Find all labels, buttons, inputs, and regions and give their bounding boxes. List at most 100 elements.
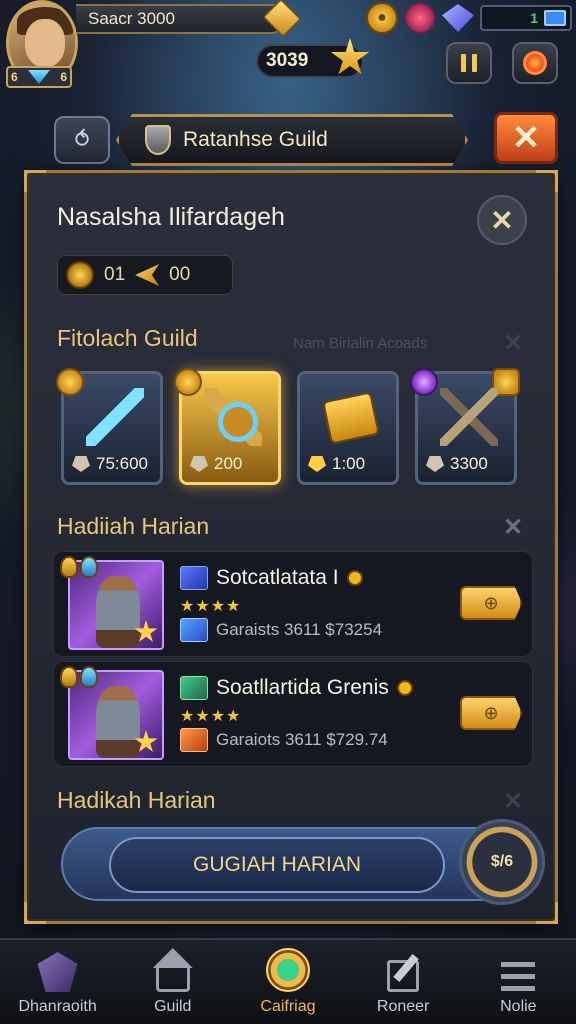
nav-item-crafting[interactable]: Caifriag xyxy=(233,948,343,1016)
pause-icon-bar xyxy=(472,54,477,72)
quest-row[interactable]: Soatllartida Grenis ★★★★ Garaiots 3611 $… xyxy=(53,661,533,767)
nav-item-dhanraoith[interactable]: Dhanraoith xyxy=(3,952,113,1016)
rating-stars: ★★★★ xyxy=(180,598,242,615)
panel-close-button[interactable]: ✕ xyxy=(477,195,527,245)
banner-close-button[interactable]: ✕ xyxy=(494,112,558,164)
player-name: Saacr 3000 xyxy=(88,9,175,28)
item-tag-icon xyxy=(410,368,438,396)
guild-banner-title: Ratanhse Guild xyxy=(183,128,328,151)
shop-item-selected[interactable]: 200 xyxy=(174,368,281,485)
shop-item[interactable]: 1:00 xyxy=(297,371,399,485)
panel-corner-ornament xyxy=(24,170,46,192)
shop-item[interactable]: 75:600 xyxy=(56,368,163,485)
close-icon: ✕ xyxy=(490,204,514,236)
quest-title: Sotcatlatata I xyxy=(180,566,363,590)
ore-icon xyxy=(190,456,208,472)
quest-row[interactable]: Sotcatlatata I ★★★★ Garaists 3611 $73254… xyxy=(53,551,533,657)
quest-title-text: Soatllartida Grenis xyxy=(216,676,389,699)
crafting-icon xyxy=(265,948,310,992)
pause-icon xyxy=(461,54,466,72)
close-icon: ✕ xyxy=(511,119,541,157)
item-price-value: 3300 xyxy=(450,454,488,473)
top-hud: 6 6 Saacr 3000 ● 1 3039 xyxy=(0,0,576,110)
coin-icon[interactable]: ● xyxy=(366,2,398,34)
knight-figure xyxy=(96,576,140,648)
coin-icon xyxy=(346,570,363,586)
item-price-value: 200 xyxy=(214,454,243,473)
ruby-icon[interactable] xyxy=(404,2,436,34)
avatar-face xyxy=(25,19,65,67)
edit-icon xyxy=(387,960,420,992)
ore-icon xyxy=(72,456,90,472)
ore-icon xyxy=(308,456,326,472)
quest-title-text: Sotcatlatata I xyxy=(216,566,339,589)
rating-stars: ★★★★ xyxy=(180,708,242,725)
currency-row: ● 1 xyxy=(366,2,572,34)
item-price-value: 1:00 xyxy=(332,454,366,473)
footer-section-title: Hadikah Harian xyxy=(57,787,216,813)
claim-badge[interactable]: $/6 xyxy=(459,819,545,905)
panel-corner-ornament xyxy=(536,170,558,192)
shop-section-title: Fitolach Guild xyxy=(57,325,198,351)
quest-details: Garaiots 3611 $729.74 xyxy=(180,728,388,752)
item-price-value: 75:600 xyxy=(96,454,148,473)
menu-icon xyxy=(501,962,536,992)
quest-title: Soatllartida Grenis xyxy=(180,676,413,700)
avatar-level-right: 6 xyxy=(60,70,67,84)
energy-meter[interactable]: 1 xyxy=(480,5,572,31)
guild-hall-icon xyxy=(155,966,190,992)
go-icon: ⊕ xyxy=(483,702,499,723)
shop-item[interactable]: 3300 xyxy=(410,368,520,485)
nav-label: Dhanraoith xyxy=(18,998,97,1015)
reward-gem-icon xyxy=(180,728,208,752)
quest-details-text: Garaists 3611 $73254 xyxy=(216,620,383,639)
reward-gem-icon xyxy=(180,618,208,642)
shop-section-close-icon[interactable]: ✕ xyxy=(503,329,523,358)
knight-figure xyxy=(96,686,140,758)
hero-badge-icon xyxy=(60,666,98,688)
item-tag-icon xyxy=(174,368,202,396)
pause-button[interactable] xyxy=(446,42,492,84)
stat-b-value: 00 xyxy=(169,264,191,285)
item-price: 200 xyxy=(190,454,242,474)
daily-section-close-icon[interactable]: ✕ xyxy=(503,513,523,542)
claim-badge-value: $/6 xyxy=(490,853,514,870)
item-tag-icon xyxy=(56,368,84,396)
shop-section-faded-label: Nam Birlalin Acoads xyxy=(293,335,428,352)
footer-section-close-icon[interactable]: ✕ xyxy=(503,787,523,816)
quest-go-button[interactable]: ⊕ xyxy=(460,586,522,620)
item-price: 1:00 xyxy=(308,454,365,474)
record-button[interactable] xyxy=(512,42,558,84)
nav-item-guild[interactable]: Guild xyxy=(118,954,228,1016)
battery-icon xyxy=(544,10,566,26)
quest-details: Garaists 3611 $73254 xyxy=(180,618,382,642)
quest-details-text: Garaiots 3611 $729.74 xyxy=(216,730,388,749)
back-button[interactable]: ⥀ xyxy=(54,116,110,164)
guild-panel: Nasalsha Ilifardageh ✕ 01 00 Fitolach Gu… xyxy=(24,170,558,924)
avatar-level-left: 6 xyxy=(11,70,18,84)
record-icon xyxy=(523,51,547,75)
hero-badge-icon xyxy=(60,556,98,578)
quest-type-icon xyxy=(180,566,208,590)
guild-banner: Ratanhse Guild xyxy=(116,114,468,166)
claim-daily-button[interactable]: GUGIAH HARIAN xyxy=(109,837,445,893)
back-arrow-icon: ⥀ xyxy=(74,127,90,152)
sapphire-icon[interactable] xyxy=(442,4,474,32)
bow-icon xyxy=(440,388,498,446)
energy-value: 1 xyxy=(530,10,538,26)
nav-item-roneer[interactable]: Roneer xyxy=(348,954,458,1016)
nav-label: Roneer xyxy=(376,998,430,1015)
wand-icon xyxy=(86,388,144,446)
claim-bar: GUGIAH HARIAN $/6 xyxy=(61,819,545,905)
gold-value: 3039 xyxy=(266,50,309,71)
panel-title: Nasalsha Ilifardageh xyxy=(57,203,285,231)
quest-type-icon xyxy=(180,676,208,700)
crystal-icon xyxy=(37,952,78,992)
guild-shield-icon xyxy=(145,125,171,155)
guild-stats: 01 00 xyxy=(57,255,233,295)
arrow-icon xyxy=(135,264,160,286)
ore-icon xyxy=(426,456,444,472)
item-price: 75:600 xyxy=(72,454,148,474)
nav-item-nolie[interactable]: Nolie xyxy=(463,954,573,1016)
quest-go-button[interactable]: ⊕ xyxy=(460,696,522,730)
